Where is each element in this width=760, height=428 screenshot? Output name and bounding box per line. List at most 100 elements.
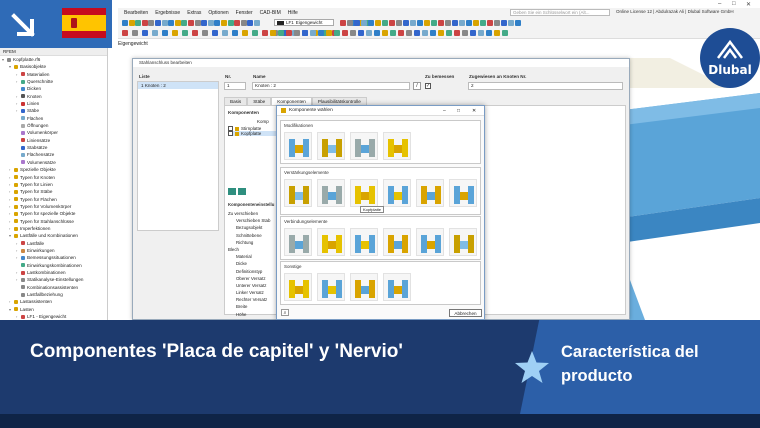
toolbar-button-icon[interactable]	[234, 20, 241, 26]
search-icon[interactable]: ⌕	[281, 309, 289, 316]
toolbar-button-icon[interactable]	[212, 30, 218, 36]
toolbar-button-icon[interactable]	[194, 20, 201, 26]
toolbar-button-icon[interactable]	[361, 20, 367, 26]
toolbar-button-icon[interactable]	[222, 30, 228, 36]
component-tile[interactable]	[383, 273, 411, 301]
component-tile[interactable]	[449, 228, 477, 256]
close-icon[interactable]: ✕	[472, 108, 476, 114]
toolbar-button-icon[interactable]	[188, 20, 194, 26]
toolbar-button-icon[interactable]	[473, 20, 479, 26]
toolbar-button-icon[interactable]	[347, 20, 353, 26]
component-tile[interactable]	[350, 179, 378, 207]
toolbar-button-icon[interactable]	[340, 20, 346, 26]
tree-item[interactable]: › Typen für Stahlanschlüsse	[0, 218, 107, 225]
toolbar-button-icon[interactable]	[459, 20, 465, 26]
tab-basis[interactable]: Basis	[224, 97, 248, 105]
component-tile[interactable]	[350, 132, 378, 160]
toolbar-button-icon[interactable]	[207, 20, 214, 26]
toolbar-button-icon[interactable]	[422, 30, 428, 36]
toolbar-button-icon[interactable]	[486, 30, 492, 36]
toolbar-button-icon[interactable]	[334, 30, 340, 36]
tree-item[interactable]: › Knoten	[0, 93, 107, 100]
toolbar-button-icon[interactable]	[172, 30, 178, 36]
tree-item[interactable]: ▾ Lasten	[0, 306, 107, 313]
toolbar-button-icon[interactable]	[148, 20, 155, 26]
toolbar-button-icon[interactable]	[214, 20, 221, 26]
toolbar-button-icon[interactable]	[438, 20, 444, 26]
tree-item[interactable]: › Typen für Volumenkörper	[0, 203, 107, 210]
component-tile[interactable]	[383, 228, 411, 256]
toolbar-button-icon[interactable]	[445, 20, 451, 26]
tree-item[interactable]: Stabsätze	[0, 144, 107, 151]
component-tile[interactable]	[317, 132, 345, 160]
component-tile[interactable]	[449, 179, 477, 207]
copy-component-button[interactable]	[238, 188, 246, 195]
toolbar-button-icon[interactable]	[398, 30, 404, 36]
toolbar-button-icon[interactable]	[141, 20, 148, 26]
component-tile[interactable]	[317, 179, 345, 207]
toolbar-button-icon[interactable]	[161, 20, 168, 26]
design-checkbox[interactable]: ✓	[425, 83, 431, 89]
close-icon[interactable]: ✕	[746, 1, 751, 8]
toolbar-button-icon[interactable]	[430, 30, 436, 36]
tree-item[interactable]: Lastfallbeziehung	[0, 291, 107, 298]
toolbar-button-icon[interactable]	[326, 30, 332, 36]
tree-item[interactable]: ▾ Kopfplatte.rf6	[0, 56, 107, 63]
toolbar-button-icon[interactable]	[354, 20, 360, 26]
tree-item[interactable]: › Lastassistenten	[0, 298, 107, 305]
component-tile[interactable]	[284, 132, 312, 160]
maximize-icon[interactable]: □	[732, 1, 736, 7]
toolbar-button-icon[interactable]	[462, 30, 468, 36]
tree-item[interactable]: Öffnungen	[0, 122, 107, 129]
tree-item[interactable]: › Typen für Linien	[0, 181, 107, 188]
edit-name-icon[interactable]: /	[413, 82, 421, 90]
toolbar-button-icon[interactable]	[227, 20, 234, 26]
menu-item[interactable]: Extras	[187, 10, 201, 16]
toolbar-button-icon[interactable]	[310, 30, 316, 36]
tree-item[interactable]: › Materialien	[0, 71, 107, 78]
toolbar-button-icon[interactable]	[174, 20, 181, 26]
tree-item[interactable]: › Statikanalyse-Einstellungen	[0, 276, 107, 283]
menu-item[interactable]: Ergebnisse	[155, 10, 180, 16]
toolbar-button-icon[interactable]	[390, 30, 396, 36]
tree-item[interactable]: › Lastfälle	[0, 240, 107, 247]
toolbar-button-icon[interactable]	[202, 30, 208, 36]
toolbar-button-icon[interactable]	[192, 30, 198, 36]
toolbar-button-icon[interactable]	[155, 20, 161, 26]
no-input[interactable]: 1	[224, 82, 246, 90]
toolbar-button-icon[interactable]	[122, 20, 128, 26]
tree-item[interactable]: Kombinationsassistenten	[0, 284, 107, 291]
toolbar-button-icon[interactable]	[417, 20, 423, 26]
component-item[interactable]: Kopfplatte	[228, 131, 276, 136]
tree-item[interactable]: › Typen für Knoten	[0, 174, 107, 181]
toolbar-button-icon[interactable]	[502, 30, 508, 36]
toolbar-button-icon[interactable]	[122, 30, 128, 36]
toolbar-button-icon[interactable]	[254, 20, 260, 26]
toolbar-button-icon[interactable]	[318, 30, 324, 36]
toolbar-button-icon[interactable]	[286, 30, 292, 36]
toolbar-button-icon[interactable]	[487, 20, 493, 26]
tree-item[interactable]: › Typen für spezielle Objekte	[0, 210, 107, 217]
toolbar-button-icon[interactable]	[142, 30, 148, 36]
toolbar-button-icon[interactable]	[252, 30, 258, 36]
minimize-icon[interactable]: –	[443, 108, 446, 114]
tree-item[interactable]: Dicken	[0, 85, 107, 92]
toolbar-button-icon[interactable]	[247, 20, 254, 26]
menu-item[interactable]: CAD-BIM	[260, 10, 281, 16]
toolbar-button-icon[interactable]	[232, 30, 238, 36]
tree-item[interactable]: Liniensätze	[0, 137, 107, 144]
tree-item[interactable]: › Einwirkungen	[0, 247, 107, 254]
toolbar-button-icon[interactable]	[515, 20, 521, 26]
tree-item[interactable]: Volumenkörper	[0, 129, 107, 136]
toolbar-button-icon[interactable]	[446, 30, 452, 36]
toolbar-button-icon[interactable]	[424, 20, 430, 26]
toolbar-button-icon[interactable]	[368, 20, 374, 26]
toolbar-button-icon[interactable]	[242, 30, 248, 36]
toolbar-button-icon[interactable]	[403, 20, 409, 26]
tree-item[interactable]: Flächen	[0, 115, 107, 122]
component-tile[interactable]	[284, 228, 312, 256]
component-tile[interactable]	[350, 228, 378, 256]
toolbar-button-icon[interactable]	[375, 20, 381, 26]
toolbar-button-icon[interactable]	[278, 30, 284, 36]
tree-item[interactable]: › Querschnitte	[0, 78, 107, 85]
